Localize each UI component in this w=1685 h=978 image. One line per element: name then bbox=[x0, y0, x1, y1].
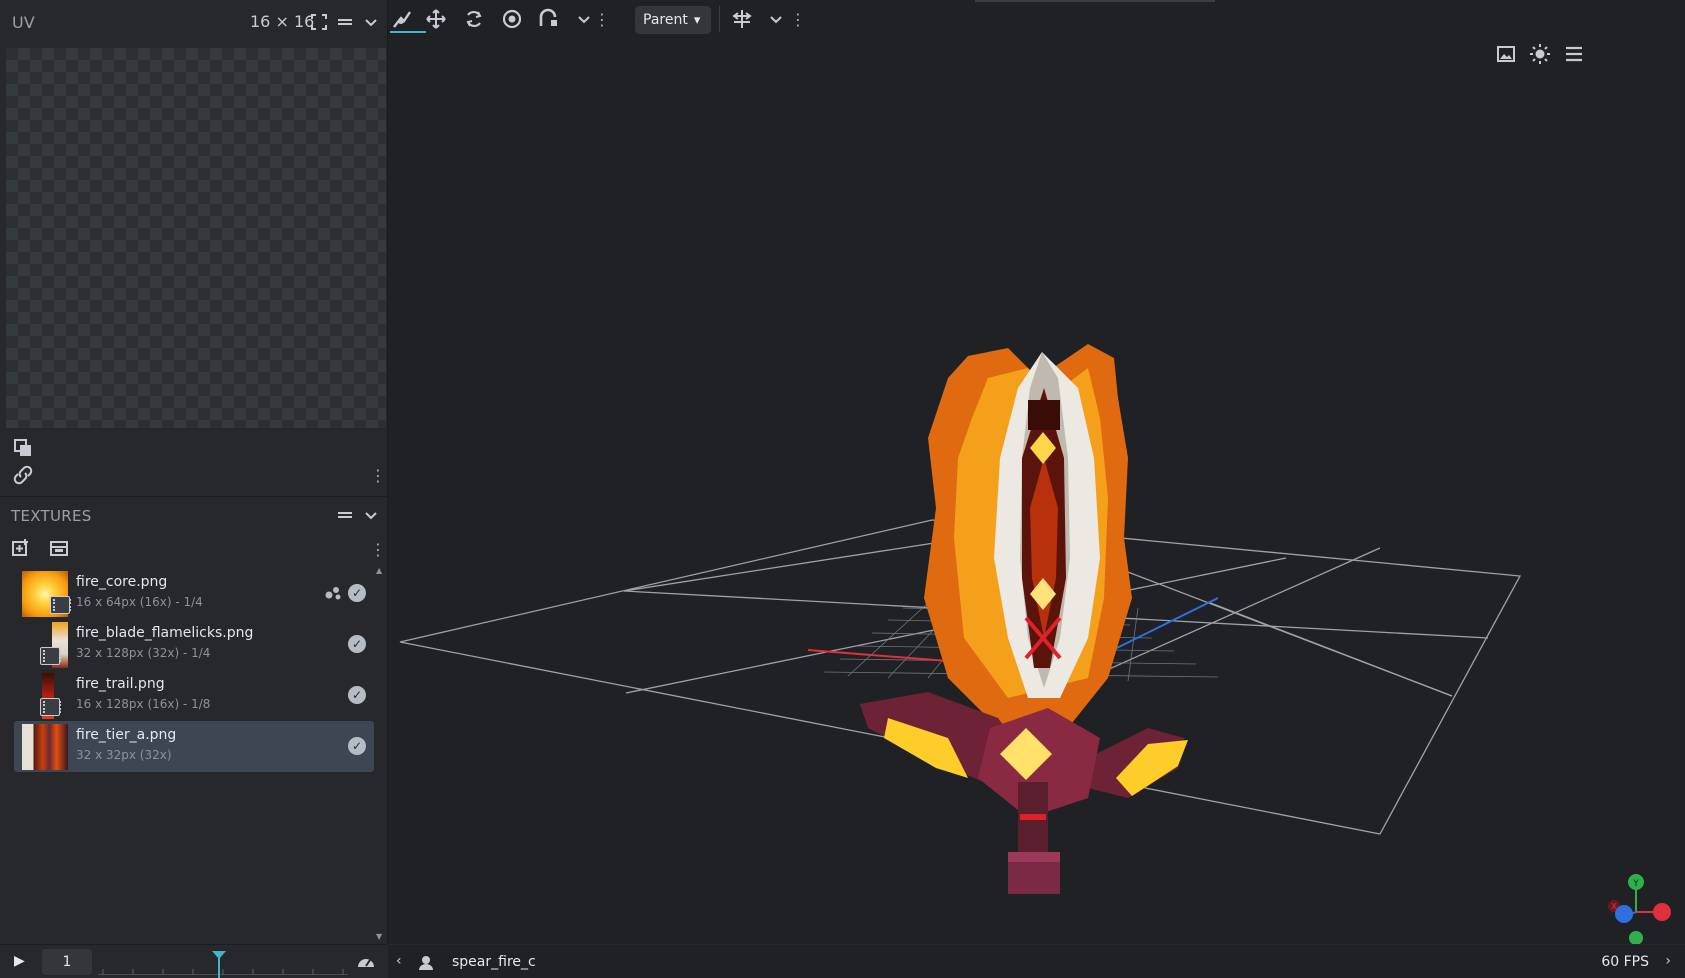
textures-list: fire_core.png 16 x 64px (16x) - 1/4 ✓ fi… bbox=[14, 568, 374, 772]
texture-meta: 16 x 128px (16x) - 1/8 bbox=[76, 697, 211, 711]
pivot-tool-icon[interactable] bbox=[388, 7, 416, 31]
frame-input[interactable]: 1 bbox=[42, 949, 92, 975]
collapse-panel-icon[interactable] bbox=[334, 504, 356, 526]
link-icon[interactable] bbox=[10, 463, 36, 487]
animated-texture-icon bbox=[50, 596, 71, 614]
left-panel: UV 16 × 16 ⋮ TEXTURES ⋮ fire_core.png 16… bbox=[0, 0, 388, 978]
toolbar-divider bbox=[719, 6, 720, 32]
model-name: spear_fire_c bbox=[452, 954, 536, 970]
fps-counter: 60 FPS bbox=[1601, 954, 1649, 970]
rotate-icon[interactable] bbox=[460, 7, 488, 31]
textures-scrollbar[interactable] bbox=[376, 570, 382, 940]
animated-texture-icon bbox=[40, 647, 61, 665]
copy-uv-icon[interactable] bbox=[10, 436, 36, 460]
texture-item[interactable]: fire_blade_flamelicks.png 32 x 128px (32… bbox=[14, 619, 374, 670]
image-icon[interactable] bbox=[1494, 42, 1518, 66]
3d-viewport[interactable]: Y X bbox=[388, 38, 1685, 944]
status-bar: ‹ spear_fire_c 60 FPS › bbox=[388, 944, 1685, 978]
uv-panel-title: UV bbox=[12, 12, 35, 32]
textures-more-icon[interactable]: ⋮ bbox=[370, 540, 386, 559]
mirror-modeling-icon[interactable] bbox=[728, 7, 756, 31]
chevron-right-icon[interactable]: › bbox=[1665, 953, 1671, 969]
texture-name: fire_core.png bbox=[76, 574, 168, 590]
texture-meta: 32 x 32px (32x) bbox=[76, 748, 172, 762]
animated-texture-icon bbox=[40, 698, 61, 716]
texture-thumbnail bbox=[22, 724, 68, 770]
uv-editor-canvas[interactable] bbox=[6, 48, 386, 428]
transform-space-select[interactable]: Parent bbox=[635, 6, 711, 34]
menu-icon[interactable] bbox=[1562, 42, 1586, 66]
textures-panel-header: TEXTURES bbox=[0, 496, 388, 534]
chevron-left-icon[interactable]: ‹ bbox=[396, 953, 402, 969]
textures-toolbar: ⋮ bbox=[0, 536, 388, 564]
vertex-snap-icon[interactable] bbox=[534, 7, 562, 31]
collapse-panel-icon[interactable] bbox=[334, 11, 356, 33]
toolbar-more-icon[interactable]: ⋮ bbox=[784, 7, 812, 31]
texture-name: fire_blade_flamelicks.png bbox=[76, 625, 254, 641]
texture-meta: 16 x 64px (16x) - 1/4 bbox=[76, 595, 203, 609]
texture-visible-check-icon[interactable]: ✓ bbox=[348, 686, 366, 704]
texture-meta: 32 x 128px (32x) - 1/4 bbox=[76, 646, 211, 660]
texture-name: fire_tier_a.png bbox=[76, 727, 177, 743]
active-tool-indicator bbox=[390, 31, 426, 33]
texture-visible-check-icon[interactable]: ✓ bbox=[348, 635, 366, 653]
viewport-scene: Y X bbox=[399, 344, 1671, 944]
resize-center-icon[interactable] bbox=[498, 7, 526, 31]
import-texture-icon[interactable] bbox=[46, 536, 72, 560]
texture-visible-check-icon[interactable]: ✓ bbox=[348, 737, 366, 755]
toolbar-more-icon[interactable]: ⋮ bbox=[588, 7, 616, 31]
window-drag-handle[interactable] bbox=[975, 0, 1215, 2]
playback-speed-icon[interactable] bbox=[356, 953, 376, 971]
orientation-gizmo[interactable]: Y X bbox=[1608, 874, 1671, 944]
brightness-icon[interactable] bbox=[1528, 42, 1552, 66]
texture-name: fire_trail.png bbox=[76, 676, 165, 692]
model-icon bbox=[418, 954, 434, 970]
timeline-playhead[interactable] bbox=[212, 951, 226, 978]
chevron-down-icon[interactable] bbox=[360, 11, 382, 33]
textures-panel-title: TEXTURES bbox=[11, 506, 92, 525]
scroll-down-arrow[interactable]: ▼ bbox=[376, 932, 382, 941]
timeline-bar: ▶ 1 bbox=[0, 944, 388, 978]
texture-item[interactable]: fire_core.png 16 x 64px (16x) - 1/4 ✓ bbox=[14, 568, 374, 619]
uv-more-icon[interactable]: ⋮ bbox=[370, 466, 386, 485]
timeline-track[interactable] bbox=[98, 949, 348, 978]
chevron-down-icon[interactable] bbox=[360, 504, 382, 526]
texture-item[interactable]: fire_trail.png 16 x 128px (16x) - 1/8 ✓ bbox=[14, 670, 374, 721]
particle-texture-icon[interactable] bbox=[324, 584, 344, 602]
texture-item-selected[interactable]: fire_tier_a.png 32 x 32px (32x) ✓ bbox=[14, 721, 374, 772]
add-texture-icon[interactable] bbox=[8, 536, 34, 560]
uv-size-label[interactable]: 16 × 16 bbox=[250, 12, 314, 31]
gizmo-y-label: Y bbox=[1632, 879, 1639, 889]
move-icon[interactable] bbox=[422, 7, 450, 31]
play-icon[interactable]: ▶ bbox=[14, 953, 25, 969]
transform-toolbar: ⋮ Parent ⋮ bbox=[388, 0, 1685, 38]
fullscreen-icon[interactable] bbox=[308, 11, 330, 33]
texture-visible-check-icon[interactable]: ✓ bbox=[348, 584, 366, 602]
